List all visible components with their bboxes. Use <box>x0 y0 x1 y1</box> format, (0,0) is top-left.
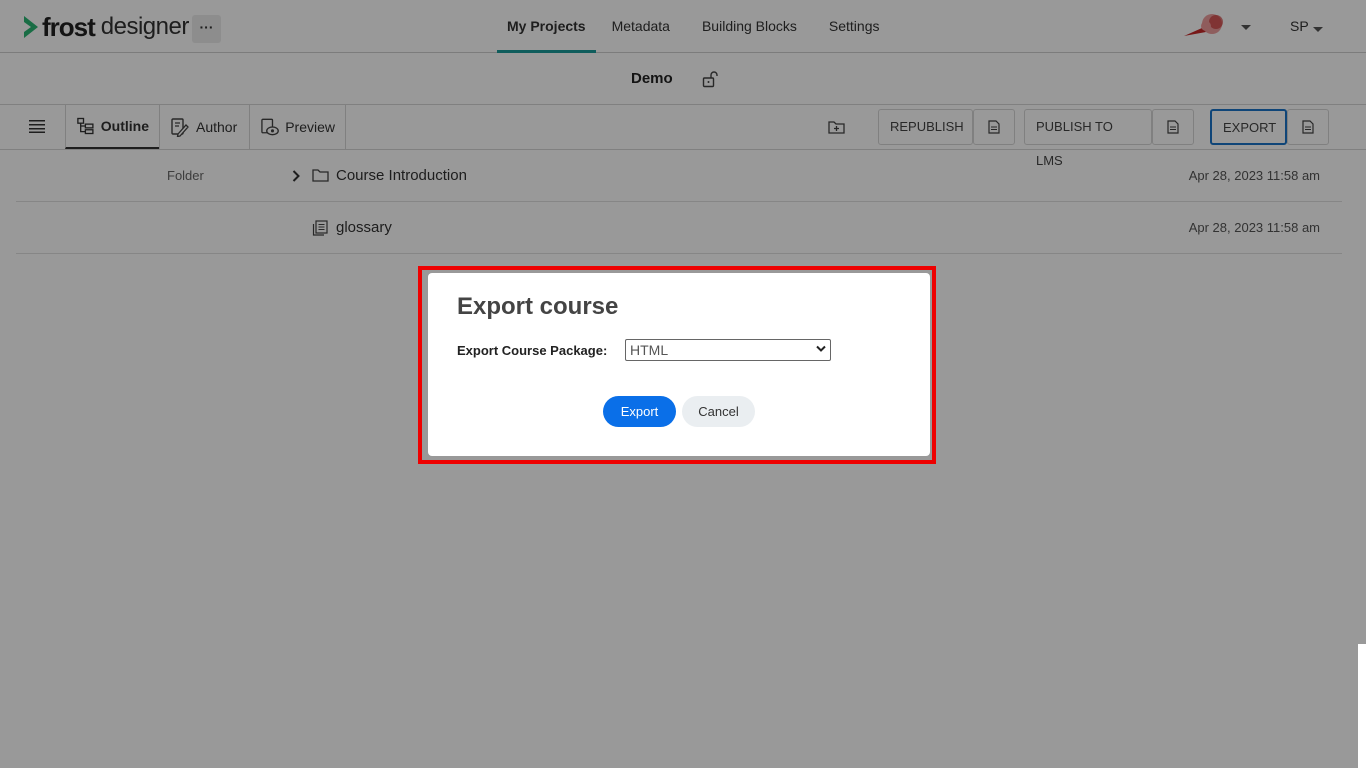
export-course-dialog: Export course Export Course Package: HTM… <box>428 273 930 456</box>
export-confirm-button[interactable]: Export <box>603 396 676 427</box>
chevron-down-icon <box>816 345 826 352</box>
page-scrollbar[interactable] <box>1358 0 1366 768</box>
export-package-select[interactable]: HTML <box>625 339 831 361</box>
cancel-button[interactable]: Cancel <box>682 396 755 427</box>
export-package-label: Export Course Package: <box>457 343 608 358</box>
export-package-value: HTML <box>630 342 669 358</box>
dialog-title: Export course <box>457 293 619 320</box>
scrollbar-track <box>1358 644 1366 768</box>
